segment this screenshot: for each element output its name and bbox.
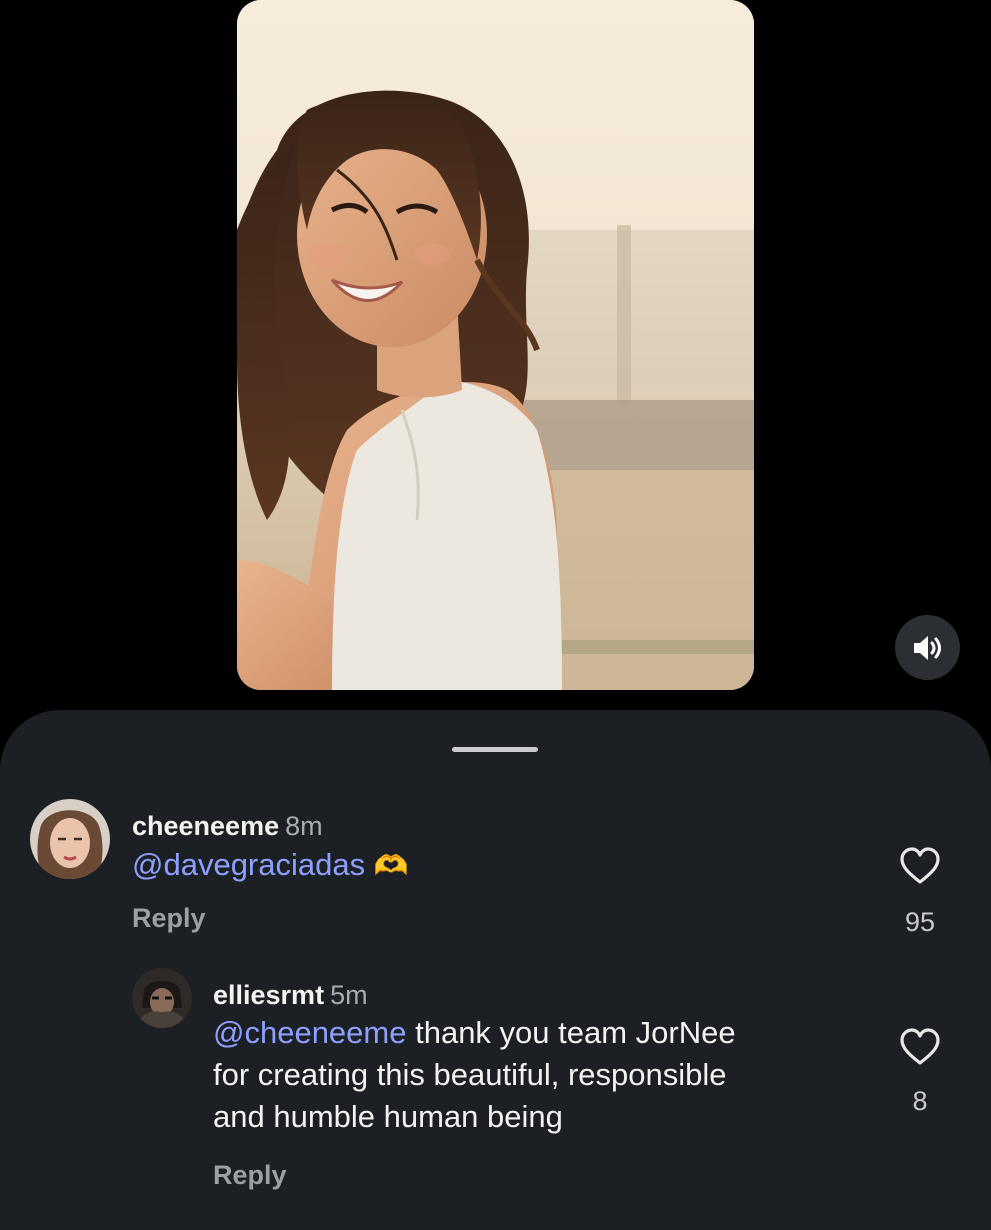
avatar[interactable] (132, 968, 192, 1028)
comment-text-line: for creating this beautiful, responsible (213, 1057, 727, 1092)
reply-button[interactable]: Reply (213, 1160, 287, 1191)
comment-username[interactable]: elliesrmt (213, 980, 324, 1010)
comment-item: cheeneeme 8m @davegraciadas 🫶 Reply 95 (0, 710, 991, 960)
comment-header: cheeneeme 8m (132, 810, 323, 842)
like-count: 95 (904, 907, 936, 937)
avatar[interactable] (30, 799, 110, 879)
video-player[interactable] (237, 0, 754, 690)
comment-text-segment: thank you team JorNee (406, 1015, 736, 1050)
comment-mention[interactable]: @davegraciadas (132, 847, 365, 882)
sound-toggle-button[interactable] (895, 615, 960, 680)
avatar-photo-icon (30, 799, 110, 879)
comment-header: elliesrmt 5m (213, 979, 368, 1011)
avatar-photo-icon (132, 968, 192, 1028)
comment-text-line: @cheeneeme thank you team JorNee (213, 1012, 873, 1054)
reply-button[interactable]: Reply (132, 903, 206, 934)
comment-reply-item: elliesrmt 5m @cheeneeme thank you team Jo… (0, 960, 991, 1200)
comments-sheet: cheeneeme 8m @davegraciadas 🫶 Reply 95 el… (0, 710, 991, 1230)
comment-text: @davegraciadas 🫶 (132, 844, 832, 887)
comment-timestamp: 8m (285, 811, 323, 841)
heart-hands-emoji: 🫶 (373, 850, 409, 881)
comment-timestamp: 5m (330, 980, 368, 1010)
like-heart-icon[interactable] (899, 847, 941, 885)
comment-text: @cheeneeme thank you team JorNee for cre… (213, 1012, 873, 1138)
comment-text-line: and humble human being (213, 1099, 563, 1134)
like-count: 8 (912, 1086, 928, 1116)
comment-mention[interactable]: @cheeneeme (213, 1015, 406, 1050)
comment-username[interactable]: cheeneeme (132, 811, 279, 841)
video-frame-photo (237, 0, 754, 690)
speaker-sound-on-icon (913, 635, 941, 660)
like-heart-icon[interactable] (899, 1028, 941, 1066)
